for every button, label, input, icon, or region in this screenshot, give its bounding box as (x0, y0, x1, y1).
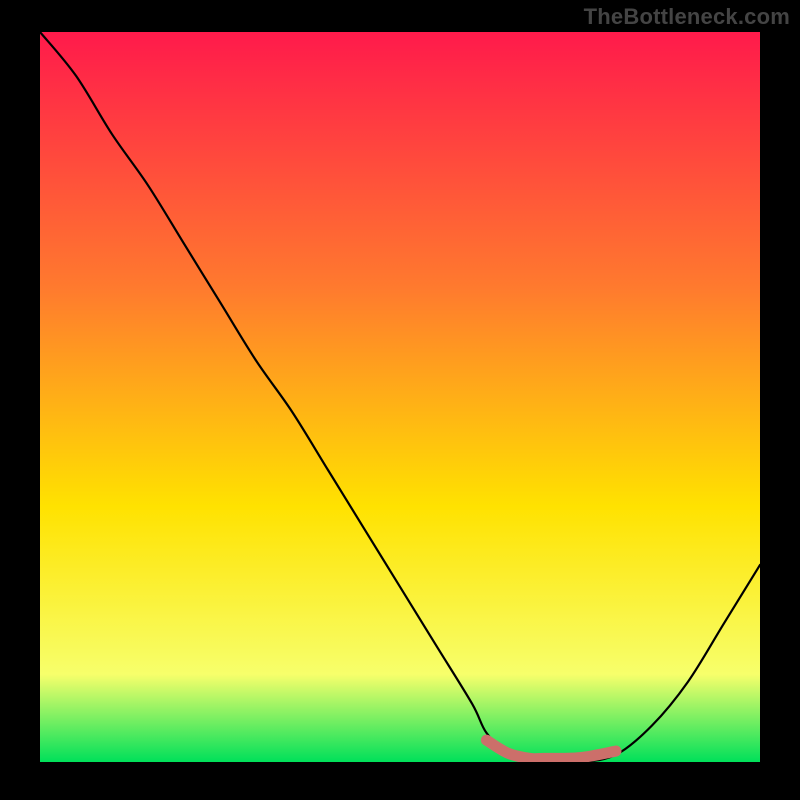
chart-frame: TheBottleneck.com (0, 0, 800, 800)
plot-area (40, 32, 760, 762)
gradient-background (40, 32, 760, 762)
chart-svg (40, 32, 760, 762)
watermark-text: TheBottleneck.com (584, 4, 790, 30)
